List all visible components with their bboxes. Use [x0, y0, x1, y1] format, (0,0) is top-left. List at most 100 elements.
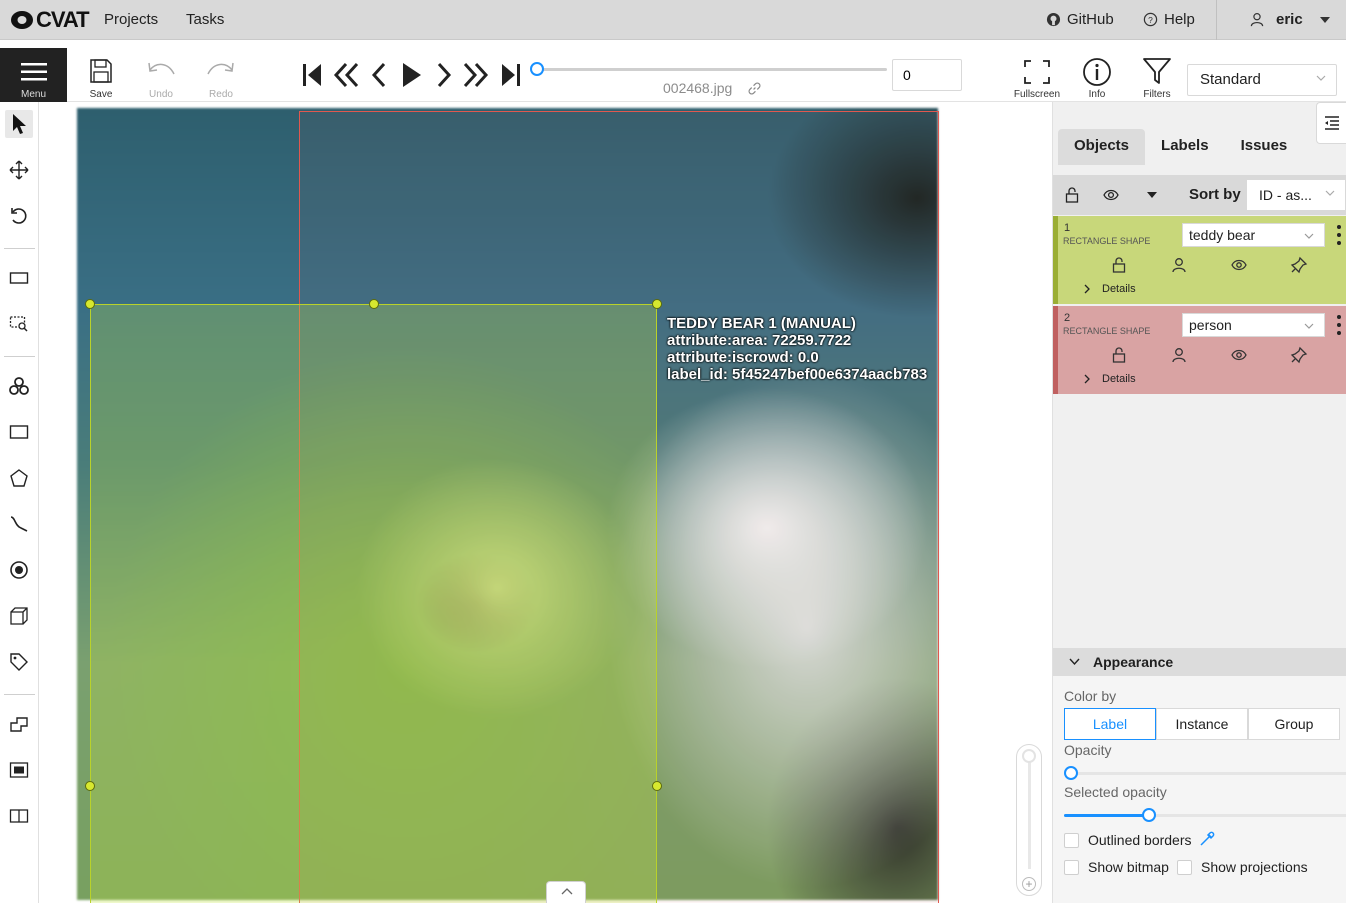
cvat-logo[interactable]: CVAT: [10, 7, 90, 33]
chevron-down-icon: [1069, 658, 1080, 666]
frame-slider-handle[interactable]: [530, 62, 544, 76]
object-label-select[interactable]: teddy bear: [1182, 223, 1325, 247]
object-id: 2: [1064, 312, 1071, 324]
opacity-slider[interactable]: [1064, 766, 1346, 780]
tab-issues[interactable]: Issues: [1225, 129, 1304, 165]
object-id: 1: [1064, 222, 1071, 234]
eye-icon[interactable]: [1230, 346, 1248, 364]
info-button[interactable]: Info: [1072, 48, 1122, 102]
more-options-icon[interactable]: [1336, 314, 1342, 336]
nav-projects[interactable]: Projects: [104, 11, 158, 28]
zoom-in-icon[interactable]: +: [1022, 877, 1036, 891]
color-picker-icon[interactable]: [1199, 831, 1215, 847]
last-frame-icon[interactable]: [496, 60, 524, 90]
next-frame-icon[interactable]: [430, 60, 458, 90]
tab-objects[interactable]: Objects: [1058, 129, 1146, 165]
appearance-collapse-header[interactable]: Appearance: [1053, 648, 1346, 676]
previous-frame-icon[interactable]: [365, 60, 393, 90]
sort-value: ID - as...: [1259, 187, 1312, 203]
group-shapes-tool[interactable]: [5, 756, 33, 784]
draw-rectangle-tool[interactable]: [5, 418, 33, 446]
selected-opacity-slider[interactable]: [1064, 808, 1346, 822]
outlined-borders-checkbox[interactable]: [1064, 833, 1079, 848]
show-projections-checkbox[interactable]: [1177, 860, 1192, 875]
user-icon[interactable]: [1170, 346, 1188, 364]
user-icon[interactable]: [1170, 256, 1188, 274]
frame-number-input[interactable]: [892, 59, 962, 91]
frame-slider-track[interactable]: [537, 68, 887, 71]
color-by-label-option[interactable]: Label: [1064, 708, 1156, 740]
github-link[interactable]: GitHub: [1046, 11, 1114, 28]
fullscreen-button[interactable]: Fullscreen: [1012, 48, 1062, 102]
color-by-instance-option[interactable]: Instance: [1156, 708, 1248, 740]
lock-icon[interactable]: [1110, 346, 1128, 364]
move-tool[interactable]: [5, 156, 33, 184]
zoom-knob[interactable]: [1022, 749, 1036, 763]
play-icon[interactable]: [397, 60, 425, 90]
object-details-toggle[interactable]: Details: [1102, 283, 1136, 295]
menu-button[interactable]: Menu: [0, 48, 67, 102]
zoom-slider[interactable]: +: [1016, 744, 1042, 896]
lock-icon[interactable]: [1110, 256, 1128, 274]
resize-handle[interactable]: [85, 781, 95, 791]
ai-tools[interactable]: [5, 372, 33, 400]
fast-backward-icon[interactable]: [332, 60, 360, 90]
object-label-select[interactable]: person: [1182, 313, 1325, 337]
save-button[interactable]: Save: [76, 48, 126, 102]
merge-shapes-tool[interactable]: [5, 710, 33, 738]
undo-button[interactable]: Undo: [136, 48, 186, 102]
nav-tasks[interactable]: Tasks: [186, 11, 224, 28]
draw-polygon-tool[interactable]: [5, 464, 33, 492]
eye-all-icon[interactable]: [1103, 188, 1119, 202]
first-frame-icon[interactable]: [299, 60, 327, 90]
cvat-logo-icon: [11, 11, 33, 29]
shape-label-id: label_id: 5f45247bef00e6374aacb783: [667, 366, 928, 383]
expand-bottom-panel[interactable]: [546, 881, 586, 903]
rotate-tool[interactable]: [5, 202, 33, 230]
hamburger-icon: [20, 63, 47, 81]
help-link[interactable]: ? Help: [1143, 11, 1195, 28]
resize-handle[interactable]: [85, 299, 95, 309]
cursor-tool[interactable]: [5, 110, 33, 138]
split-track-tool[interactable]: [5, 802, 33, 830]
draw-polyline-tool[interactable]: [5, 510, 33, 538]
chevron-right-icon[interactable]: [1082, 284, 1092, 294]
more-options-icon[interactable]: [1336, 224, 1342, 246]
zoom-region-tool[interactable]: [5, 310, 33, 338]
copy-link-icon[interactable]: [748, 82, 761, 95]
question-icon: ?: [1143, 12, 1158, 27]
fast-forward-icon[interactable]: [462, 60, 490, 90]
opacity-slider-handle[interactable]: [1064, 766, 1078, 780]
chevron-right-icon[interactable]: [1082, 374, 1092, 384]
teddy-bear-bounding-box[interactable]: [90, 304, 657, 903]
pin-icon[interactable]: [1290, 346, 1308, 364]
filters-button[interactable]: Filters: [1132, 48, 1182, 102]
tab-labels[interactable]: Labels: [1145, 129, 1225, 165]
selected-opacity-slider-handle[interactable]: [1142, 808, 1156, 822]
pin-icon[interactable]: [1290, 256, 1308, 274]
show-bitmap-checkbox[interactable]: [1064, 860, 1079, 875]
user-menu[interactable]: eric: [1250, 11, 1331, 28]
setup-tag-tool[interactable]: [5, 648, 33, 676]
collapse-sidebar-button[interactable]: [1316, 102, 1346, 144]
cursor-icon: [13, 114, 26, 134]
draw-points-tool[interactable]: [5, 556, 33, 584]
draw-cuboid-tool[interactable]: [5, 602, 33, 630]
split-icon: [9, 809, 29, 823]
points-icon: [10, 561, 28, 579]
redo-button[interactable]: Redo: [196, 48, 246, 102]
resize-handle[interactable]: [652, 299, 662, 309]
object-item-person[interactable]: 2 RECTANGLE SHAPE person Details: [1053, 306, 1346, 394]
resize-handle[interactable]: [652, 781, 662, 791]
resize-handle[interactable]: [369, 299, 379, 309]
color-by-group-option[interactable]: Group: [1248, 708, 1340, 740]
sort-by-select[interactable]: ID - as...: [1246, 179, 1346, 211]
caret-down-icon[interactable]: [1146, 191, 1158, 199]
lock-all-icon[interactable]: [1065, 187, 1079, 203]
workspace-select[interactable]: Standard: [1187, 64, 1337, 96]
object-details-toggle[interactable]: Details: [1102, 373, 1136, 385]
annotation-canvas[interactable]: TEDDY BEAR 1 (MANUAL) attribute:area: 72…: [40, 102, 1052, 903]
eye-icon[interactable]: [1230, 256, 1248, 274]
fit-image-tool[interactable]: [5, 264, 33, 292]
object-item-teddy-bear[interactable]: 1 RECTANGLE SHAPE teddy bear Details: [1053, 216, 1346, 304]
